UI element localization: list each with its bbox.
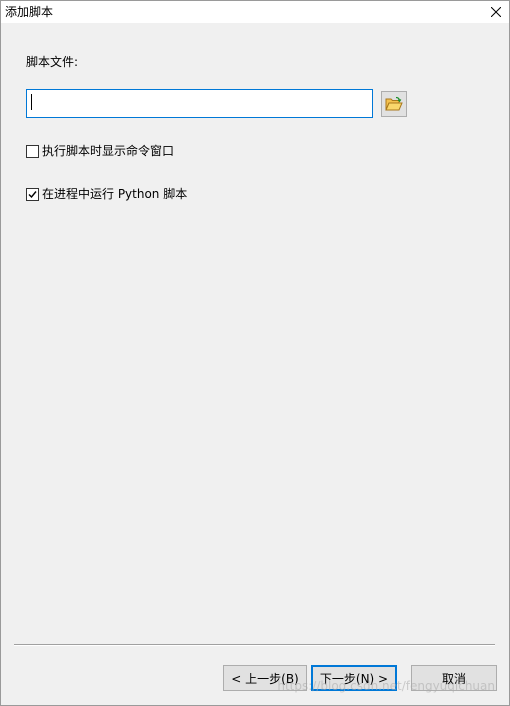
back-button[interactable]: < 上一步(B): [223, 665, 307, 691]
run-in-process-option[interactable]: 在进程中运行 Python 脚本: [26, 186, 187, 202]
window-title: 添加脚本: [5, 5, 54, 19]
script-file-input[interactable]: [26, 89, 373, 118]
browse-button[interactable]: [381, 91, 407, 117]
show-command-window-option[interactable]: 执行脚本时显示命令窗口: [26, 143, 174, 159]
run-in-process-label: 在进程中运行 Python 脚本: [42, 187, 188, 201]
cancel-button[interactable]: 取消: [411, 665, 497, 691]
footer-separator: [14, 644, 495, 646]
show-command-window-label: 执行脚本时显示命令窗口: [42, 144, 175, 158]
title-bar: 添加脚本: [1, 1, 509, 23]
show-command-window-checkbox[interactable]: [26, 144, 39, 158]
add-script-dialog: 添加脚本 脚本文件: 执行脚本时显示命令窗口 在进程中运行 Python 脚本: [0, 0, 510, 706]
close-button[interactable]: [485, 1, 507, 23]
next-button[interactable]: 下一步(N) >: [311, 665, 397, 691]
checkmark-icon: [28, 190, 37, 198]
run-in-process-checkbox[interactable]: [26, 187, 39, 201]
folder-open-icon: [385, 96, 403, 111]
script-file-label: 脚本文件:: [26, 55, 79, 69]
text-caret: [31, 94, 32, 110]
close-icon: [491, 7, 501, 17]
